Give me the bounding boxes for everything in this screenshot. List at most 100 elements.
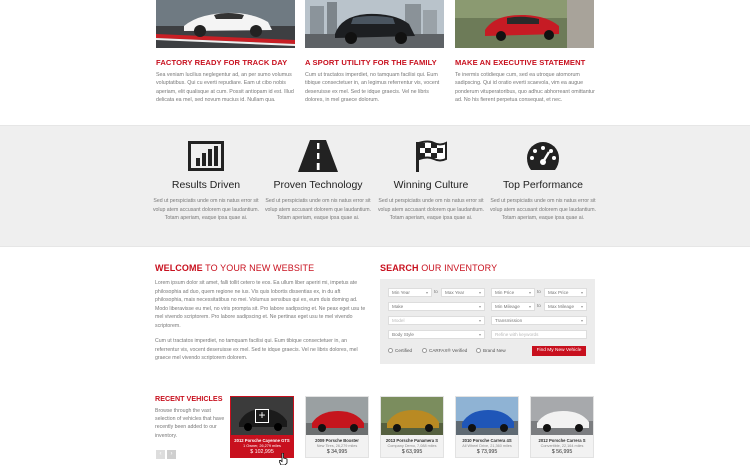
chevron-down-icon: ▾	[478, 304, 481, 309]
to-label: to	[434, 289, 438, 294]
vehicle-price: $ 34,995	[326, 449, 348, 455]
select-label: Model	[392, 318, 405, 323]
chevron-down-icon: ▾	[528, 290, 531, 295]
max-price-select[interactable]: Max Price ▾	[544, 288, 587, 297]
vehicle-meta: Convertible, 22,164 miles	[540, 444, 584, 448]
chevron-down-icon: ▾	[528, 304, 531, 309]
select-label: Max Price	[548, 290, 569, 295]
min-year-select[interactable]: Min Year ▾	[388, 288, 432, 297]
feature-executive: MAKE AN EXECUTIVE STATEMENT Te inermis c…	[455, 0, 595, 105]
chevron-down-icon: ▾	[580, 290, 583, 295]
prev-arrow-button[interactable]: ‹	[156, 450, 165, 459]
feature-family: A SPORT UTILITY FOR THE FAMILY Cum ut tr…	[305, 0, 445, 105]
certified-checkbox[interactable]: Certified	[388, 348, 412, 353]
radio-circle-icon	[388, 348, 393, 353]
recent-text: Browse through the vast selection of veh…	[155, 408, 225, 439]
select-label: Body Style	[392, 332, 414, 337]
stat-results: Results Driven Sed ut perspiciatis unde …	[151, 138, 261, 223]
vehicle-photo	[531, 397, 593, 435]
stat-text: Sed ut perspiciatis unde om nis natus er…	[489, 198, 597, 221]
checkbox-label: CARFAX® Verified	[429, 348, 468, 353]
chevron-down-icon: ▾	[478, 290, 481, 295]
vehicle-price: $ 63,995	[401, 449, 423, 455]
feature-title: MAKE AN EXECUTIVE STATEMENT	[455, 58, 586, 67]
recent-title: RECENT VEHICLES	[155, 394, 223, 403]
vehicle-photo: +	[231, 397, 293, 435]
vehicle-card[interactable]: 2009 Porsche Boxster New Tires, 26,279 m…	[305, 396, 369, 458]
to-label: to	[537, 303, 541, 308]
vehicle-card[interactable]: 2012 Porsche Carrera S Convertible, 22,1…	[530, 396, 594, 458]
welcome-section: WELCOME TO YOUR NEW WEBSITE Lorem ipsum …	[155, 263, 367, 363]
checkered-flag-icon	[376, 138, 486, 174]
welcome-title-bold: WELCOME	[155, 263, 203, 273]
make-select[interactable]: Make ▾	[388, 302, 485, 311]
to-label: to	[537, 289, 541, 294]
chevron-down-icon: ▾	[478, 332, 481, 337]
chevron-down-icon: ▾	[580, 304, 583, 309]
stat-text: Sed ut perspiciatis unde om nis natus er…	[377, 198, 485, 221]
carfax-checkbox[interactable]: CARFAX® Verified	[422, 348, 467, 353]
suv-photo	[305, 0, 444, 48]
max-mileage-select[interactable]: Max Mileage ▾	[544, 302, 587, 311]
search-title-bold: SEARCH	[380, 263, 419, 273]
max-year-select[interactable]: Max Year ▾	[441, 288, 485, 297]
vehicle-card[interactable]: 2010 Porsche Carrera 4S All Wheel Drive,…	[455, 396, 519, 458]
vehicle-card[interactable]: + 2012 Porsche Cayenne GTS 1 Owner, 26,2…	[230, 396, 294, 458]
brand-new-checkbox[interactable]: Brand New	[476, 348, 506, 353]
feature-text: Te inermis cotidieque cum, sed ea utroqu…	[455, 72, 595, 104]
feature-title: FACTORY READY FOR TRACK DAY	[156, 58, 288, 67]
plus-icon[interactable]: +	[255, 409, 269, 423]
stat-title: Results Driven	[171, 179, 241, 191]
keywords-input[interactable]: Refine with keywords	[491, 330, 587, 339]
select-label: Min Price	[495, 290, 515, 295]
chevron-down-icon: ▾	[478, 318, 481, 323]
vehicle-name: 2012 Porsche Cayenne GTS	[234, 438, 290, 443]
vehicle-price: $ 56,995	[551, 449, 573, 455]
find-vehicle-button[interactable]: Find My New Vehicle	[532, 346, 586, 356]
checkbox-label: Certified	[395, 348, 413, 353]
transmission-select[interactable]: Transmission ▾	[491, 316, 587, 325]
features-section: FACTORY READY FOR TRACK DAY Sea veniam l…	[0, 0, 750, 125]
body-style-select[interactable]: Body Style ▾	[388, 330, 485, 339]
vehicle-meta: All Wheel Drive, 21,360 miles	[462, 444, 512, 448]
welcome-title-rest: TO YOUR NEW WEBSITE	[202, 263, 315, 273]
vehicle-photo	[456, 397, 518, 435]
feature-title: A SPORT UTILITY FOR THE FAMILY	[305, 58, 437, 67]
stat-culture: Winning Culture Sed ut perspiciatis unde…	[376, 138, 486, 223]
min-mileage-select[interactable]: Min Mileage ▾	[491, 302, 535, 311]
radio-circle-icon	[476, 348, 481, 353]
welcome-paragraph-1: Lorem ipsum dolor sit amet, falli tollit…	[155, 280, 366, 329]
track-car-photo	[156, 0, 295, 48]
vehicle-name: 2012 Porsche Carrera S	[538, 438, 586, 443]
vehicle-name: 2013 Porsche Panamera S	[385, 438, 439, 443]
model-select[interactable]: Model ▾	[388, 316, 485, 325]
select-label: Min Year	[392, 290, 410, 295]
search-title: SEARCH OUR INVENTORY	[380, 263, 595, 273]
select-label: Transmission	[495, 318, 523, 323]
vehicle-name: 2009 Porsche Boxster	[315, 438, 359, 443]
radio-circle-icon	[422, 348, 427, 353]
stat-technology: Proven Technology Sed ut perspiciatis un…	[263, 138, 373, 223]
vehicle-name: 2010 Porsche Carrera 4S	[462, 438, 512, 443]
chevron-down-icon: ▾	[580, 318, 583, 323]
hand-cursor-icon	[278, 452, 288, 465]
stat-title: Proven Technology	[273, 179, 363, 191]
feature-track-day: FACTORY READY FOR TRACK DAY Sea veniam l…	[156, 0, 296, 105]
feature-text: Sea veniam lucilius neglegentur ad, an p…	[156, 72, 294, 104]
vehicle-photo	[381, 397, 443, 435]
select-label: Max Year	[445, 290, 465, 295]
stat-text: Sed ut perspiciatis unde om nis natus er…	[152, 198, 260, 221]
stat-performance: Top Performance Sed ut perspiciatis unde…	[488, 138, 598, 223]
next-arrow-button[interactable]: ›	[167, 450, 176, 459]
search-form: Min Year ▾ to Max Year ▾ Min Price ▾ to Max…	[380, 279, 595, 364]
feature-text: Cum ut tractatos imperdiet, no tamquam f…	[305, 72, 440, 104]
checkbox-label: Brand New	[483, 348, 506, 353]
stat-text: Sed ut perspiciatis unde om nis natus er…	[264, 198, 372, 221]
welcome-title: WELCOME TO YOUR NEW WEBSITE	[155, 263, 367, 273]
vehicle-photo	[306, 397, 368, 435]
min-price-select[interactable]: Min Price ▾	[491, 288, 535, 297]
vehicle-price: $ 73,995	[476, 449, 498, 455]
vehicle-meta: New Tires, 26,279 miles	[316, 444, 358, 448]
vehicle-card[interactable]: 2013 Porsche Panamera S Company Demo, 7,…	[380, 396, 444, 458]
stat-title: Top Performance	[503, 179, 583, 191]
